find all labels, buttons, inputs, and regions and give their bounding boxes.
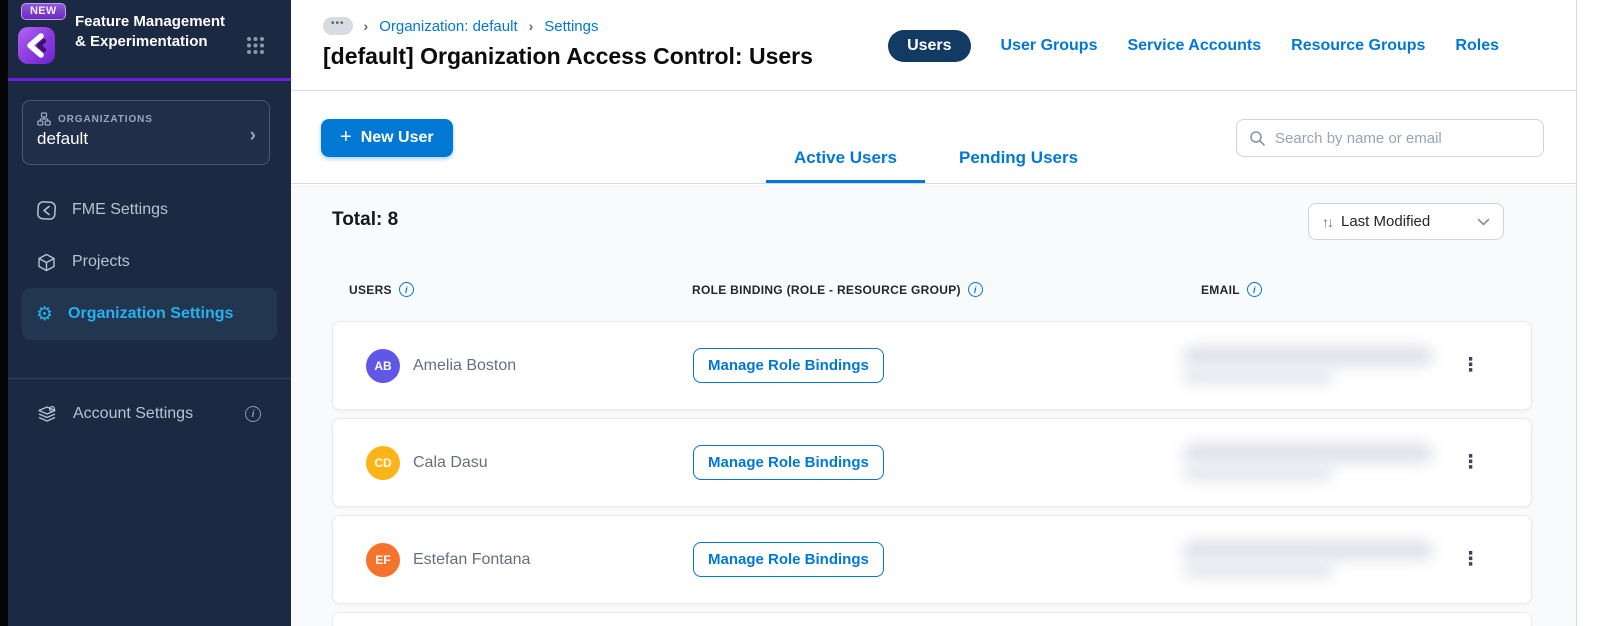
tab-service-accounts[interactable]: Service Accounts: [1127, 37, 1261, 55]
user-cell: AB Amelia Boston: [333, 348, 693, 383]
info-icon[interactable]: i: [245, 406, 261, 422]
sidebar-item-organization-settings[interactable]: ⚙ Organization Settings: [22, 288, 277, 340]
avatar: AB: [366, 348, 400, 383]
column-header-label: ROLE BINDING (ROLE - RESOURCE GROUP): [692, 282, 961, 297]
manage-role-bindings-button[interactable]: Manage Role Bindings: [693, 445, 884, 480]
cube-icon: [38, 253, 55, 271]
new-user-button[interactable]: + New User: [321, 119, 453, 157]
user-name: Cala Dasu: [413, 453, 488, 471]
breadcrumb-ellipsis-button[interactable]: •••: [323, 17, 353, 35]
org-selector-label: ORGANIZATIONS: [58, 113, 153, 125]
manage-role-bindings-button[interactable]: Manage Role Bindings: [693, 348, 884, 383]
access-control-nav: Users User Groups Service Accounts Resou…: [888, 30, 1499, 62]
tab-pending-users[interactable]: Pending Users: [931, 148, 1106, 183]
sort-dropdown[interactable]: ↑↓ Last Modified: [1308, 203, 1504, 240]
kebab-menu-icon[interactable]: ⋮: [1453, 449, 1488, 476]
sidebar-item-label: Organization Settings: [68, 305, 234, 322]
organization-selector[interactable]: ORGANIZATIONS default ›: [22, 100, 270, 165]
plus-icon: +: [340, 125, 352, 148]
user-name: Estefan Fontana: [413, 550, 531, 568]
sort-dropdown-value: Last Modified: [1341, 213, 1431, 230]
table-row: EF Estefan Fontana Manage Role Bindings …: [332, 515, 1532, 604]
manage-role-bindings-button[interactable]: Manage Role Bindings: [693, 542, 884, 577]
fme-settings-icon: [37, 200, 56, 220]
user-rows: AB Amelia Boston Manage Role Bindings ⋮ …: [332, 321, 1532, 626]
fme-logo: [18, 27, 55, 64]
search-icon: [1250, 130, 1265, 146]
column-header-role-binding: ROLE BINDING (ROLE - RESOURCE GROUP) i: [692, 282, 1142, 297]
breadcrumb-link-settings[interactable]: Settings: [544, 18, 598, 35]
chevron-right-icon: ›: [528, 18, 534, 34]
sidebar-nav: FME Settings Projects ⚙ Organization Set…: [8, 184, 291, 440]
brand-accent-line: [8, 78, 291, 81]
users-panel: Total: 8 ↑↓ Last Modified USERS i ROLE B…: [291, 185, 1576, 626]
new-user-button-label: New User: [360, 129, 434, 146]
avatar: CD: [366, 445, 400, 480]
avatar: EF: [366, 542, 400, 577]
email-redacted: [1173, 435, 1453, 491]
chevron-down-icon: [1477, 218, 1490, 225]
user-name: Amelia Boston: [413, 356, 517, 374]
user-cell: EF Estefan Fontana: [333, 542, 693, 577]
search-box[interactable]: [1236, 119, 1544, 157]
kebab-menu-icon[interactable]: ⋮: [1453, 546, 1488, 573]
total-count: Total: 8: [332, 209, 399, 230]
screen: NEW Feature Management & Experimentation: [0, 0, 1600, 626]
kebab-menu-icon[interactable]: ⋮: [1453, 352, 1488, 379]
email-redacted: [1173, 338, 1453, 394]
toolbar: + New User Active Users Pending Users: [291, 91, 1576, 184]
window-edge-strip: [0, 0, 8, 626]
breadcrumb-link-organization[interactable]: Organization: default: [379, 18, 517, 35]
info-icon[interactable]: i: [1246, 282, 1262, 297]
sidebar-item-fme-settings[interactable]: FME Settings: [8, 184, 291, 236]
column-header-email: EMAIL i: [1201, 282, 1452, 297]
table-row-partial: [332, 612, 1532, 626]
sort-arrows-icon: ↑↓: [1322, 213, 1334, 230]
chevron-right-icon: ›: [249, 125, 256, 146]
user-cell: CD Cala Dasu: [333, 445, 693, 480]
sidebar: NEW Feature Management & Experimentation: [8, 0, 291, 626]
org-hierarchy-icon: [37, 112, 51, 126]
info-icon[interactable]: i: [967, 282, 983, 297]
new-badge: NEW: [21, 3, 66, 20]
sidebar-item-account-settings[interactable]: Account Settings i: [8, 388, 291, 440]
tab-user-groups[interactable]: User Groups: [1001, 37, 1098, 55]
sidebar-item-label: Account Settings: [73, 405, 194, 422]
user-view-tabs: Active Users Pending Users: [766, 91, 1106, 183]
breadcrumb: ••• › Organization: default › Settings: [323, 17, 598, 35]
org-selector-value: default: [37, 129, 89, 148]
split-logo-icon: [27, 33, 47, 58]
email-redacted: [1173, 532, 1453, 588]
tab-active-users[interactable]: Active Users: [766, 148, 926, 183]
tab-resource-groups[interactable]: Resource Groups: [1291, 37, 1425, 55]
app-grid-icon[interactable]: [246, 36, 265, 55]
sidebar-item-projects[interactable]: Projects: [8, 236, 291, 288]
sidebar-item-label: FME Settings: [72, 201, 169, 218]
sidebar-item-label: Projects: [72, 253, 130, 270]
info-icon[interactable]: i: [398, 282, 414, 297]
table-header-row: USERS i ROLE BINDING (ROLE - RESOURCE GR…: [332, 282, 1532, 297]
chevron-right-icon: ›: [363, 18, 369, 34]
sidebar-divider: [8, 378, 291, 379]
page-header: ••• › Organization: default › Settings […: [291, 0, 1576, 91]
column-header-label: USERS: [349, 282, 392, 297]
gear-icon: ⚙: [36, 303, 54, 325]
table-row: AB Amelia Boston Manage Role Bindings ⋮: [332, 321, 1532, 410]
tab-users[interactable]: Users: [888, 30, 971, 62]
main-content: ••• › Organization: default › Settings […: [291, 0, 1577, 626]
product-title: Feature Management & Experimentation: [75, 13, 226, 50]
search-input[interactable]: [1275, 129, 1531, 147]
table-row: CD Cala Dasu Manage Role Bindings ⋮: [332, 418, 1532, 507]
page-title: [default] Organization Access Control: U…: [323, 43, 813, 69]
tab-roles[interactable]: Roles: [1455, 37, 1499, 55]
layers-gear-icon: [38, 405, 56, 422]
column-header-label: EMAIL: [1201, 282, 1240, 297]
column-header-users: USERS i: [332, 282, 692, 297]
